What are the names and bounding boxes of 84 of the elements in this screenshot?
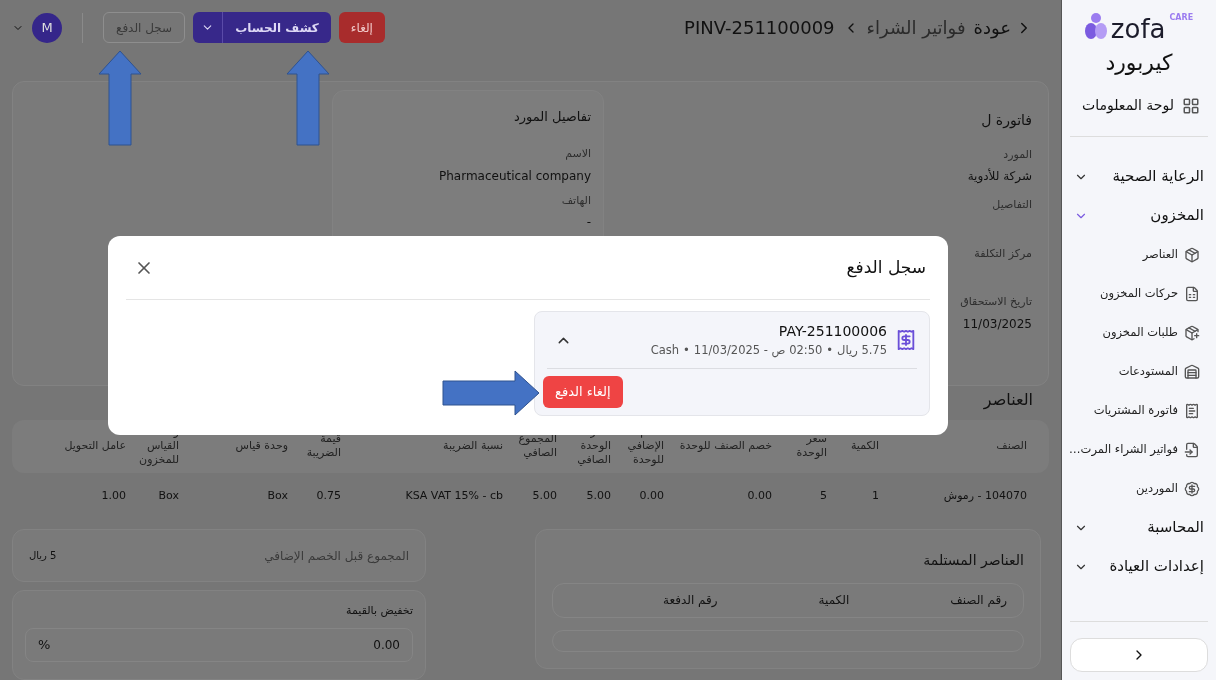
logo-icon [1084,12,1107,42]
field-label: مركز التكلفة [974,245,1032,262]
nav-icon [1184,324,1200,341]
separator: • [826,341,834,359]
field-label: الاسم [565,146,591,163]
nav-section[interactable]: المحاسبة [1070,508,1208,547]
column-header: رقم الدفعة [663,592,718,610]
column-header: الكمية [849,439,879,454]
nav-item[interactable]: طلبات المخزون [1070,313,1208,352]
logo-tag: CARE [1169,12,1194,24]
nav-icon [1184,246,1200,263]
field-label: المورد [1003,146,1032,163]
column-header: عامل التحويل [63,439,126,454]
field-label: تاريخ الاستحقاق [960,294,1032,311]
avatar[interactable]: M [32,12,62,43]
field-label: الهاتف [561,192,591,209]
table-cell-text: Box [266,487,288,504]
table-cell-text: 1 [871,487,879,504]
logo-word: zofa [1110,16,1166,42]
nav-icon [1184,441,1200,458]
column-header: خصم الصنف للوحدة [678,439,772,454]
separator: • [683,341,690,359]
nav-icon [1184,285,1200,302]
nav-item[interactable]: العناصر [1070,235,1208,274]
field-label: التفاصيل [992,197,1032,214]
section-title: تفاصيل المورد [514,107,591,127]
section-title: فاتورة ل [981,110,1032,131]
annotation-arrow-icon [98,50,142,146]
nav-icon [1184,402,1200,419]
section-title: العناصر المستلمة [922,551,1024,570]
summary-label: المجموع قبل الخصم الإضافي [264,547,409,565]
receipt-icon [895,329,917,351]
unit-label: % [38,635,51,654]
table-cell-text: 5.00 [531,487,557,504]
brand-name: كيربورد [1105,49,1173,77]
annotation-arrow-icon [442,370,540,416]
nav-item[interactable]: الموردين [1070,469,1208,508]
table-cell-text: Box [157,487,179,504]
field-value: Pharmaceutical company [439,167,591,185]
nav-icon [1184,480,1200,497]
table-cell-text: 5 [819,487,827,504]
column-header: الصنف [995,439,1027,454]
nav-item[interactable]: فاتورة المشتريات [1070,391,1208,430]
summary-value: 5 ريال [29,549,57,563]
table-cell-text: 0.00 [638,487,664,504]
table-cell-text: 0.75 [315,487,341,504]
section-title: العناصر [983,388,1033,412]
nav-section[interactable]: المخزون [1070,196,1208,235]
back-link[interactable]: عودة [973,14,1033,42]
nav-item[interactable]: فواتير الشراء المرت… [1070,430,1208,469]
column-header: قيمة الضريبة [305,432,341,461]
table-cell-text: 5.00 [585,487,611,504]
nav-item[interactable]: لوحة المعلومات [1070,95,1208,116]
table-cell-text: 104070 - رموش [942,487,1027,504]
payment-meta: 5.75 ريال [837,341,887,359]
table-cell-text: 1.00 [100,487,126,504]
statement-split-button[interactable]: كشف الحساب [193,12,331,44]
cancel-payment-button[interactable]: إلغاء الدفع [543,376,623,408]
field-value: 11/03/2025 [962,315,1032,333]
annotation-arrow-icon [286,50,330,146]
nav-item[interactable]: المستودعات [1070,352,1208,391]
table-cell-text: 0.00 [746,487,772,504]
payment-number: PAY-251100006 [777,321,887,341]
field-value: شركة للأدوية [967,167,1032,186]
payment-meta: Cash [650,341,680,359]
column-header: المجموع الصافي [517,432,557,461]
column-header: سعر الوحدة [795,432,827,461]
field-label: تخفيض بالقيمة [345,603,413,619]
grid-icon [1182,96,1200,115]
nav-item[interactable]: حركات المخزون [1070,274,1208,313]
discount-field[interactable]: 0.00 % [25,627,413,662]
nav-section[interactable]: إعدادات العيادة [1070,547,1208,586]
cancel-button[interactable]: إلغاء [338,12,385,44]
payment-meta: 02:50 ص - 11/03/2025 [693,341,823,360]
nav-section[interactable]: الرعاية الصحية [1070,157,1208,196]
column-header: رقم الصنف [950,592,1007,610]
table-cell-text: KSA VAT 15% - cb [404,487,503,504]
nav-icon [1184,363,1200,380]
column-header: نسبة الضريبة [442,439,503,454]
column-header: الكمية [818,592,850,610]
column-header: وحدة قياس [234,439,288,454]
field-value: - [586,214,591,232]
breadcrumb: PINV-251100009 [684,16,835,41]
dialog-title: سجل الدفع [846,255,926,280]
